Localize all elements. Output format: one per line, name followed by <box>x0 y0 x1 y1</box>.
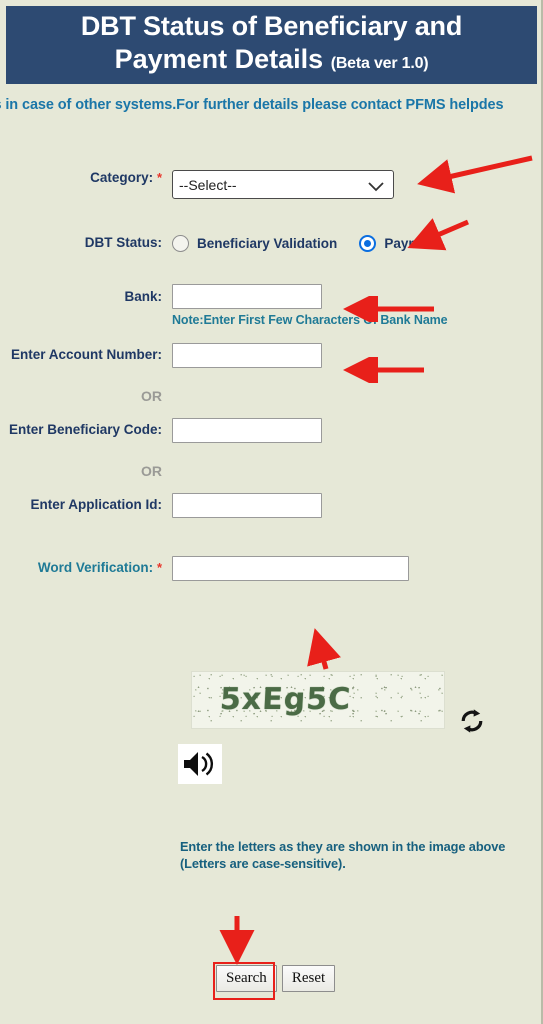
radio-beneficiary-validation[interactable] <box>172 235 189 252</box>
row-word-verification: Word Verification: * <box>0 556 543 581</box>
row-category: Category: * --Select-- <box>0 170 543 199</box>
word-verification-input[interactable] <box>172 556 409 581</box>
refresh-captcha-icon[interactable] <box>458 707 486 740</box>
word-verification-label-text: Word Verification: <box>37 560 154 575</box>
captcha-instructions-line2: (Letters are case-sensitive). <box>180 856 346 871</box>
page-header: DBT Status of Beneficiary and Payment De… <box>6 6 537 84</box>
annotation-arrow-search <box>219 916 255 965</box>
radio-payment[interactable] <box>359 235 377 252</box>
category-field-col: --Select-- <box>172 170 543 199</box>
marquee-text: ths in case of other systems.For further… <box>0 97 504 113</box>
dbt-status-field-col: Beneficiary Validation Payment <box>172 235 543 252</box>
bank-note: Note:Enter First Few Characters Of Bank … <box>172 313 448 327</box>
application-id-label: Enter Application Id: <box>30 497 163 512</box>
page-title-text: Payment Details <box>114 44 324 74</box>
beneficiary-code-field-col <box>172 418 543 443</box>
account-number-label: Enter Account Number: <box>10 347 162 362</box>
or-separator-2: OR <box>141 463 162 479</box>
reset-button[interactable]: Reset <box>281 965 336 992</box>
account-number-input[interactable] <box>172 343 322 368</box>
page-title-line2: Payment Details (Beta ver 1.0) <box>115 43 429 80</box>
category-select[interactable]: --Select-- <box>172 170 394 199</box>
bank-label: Bank: <box>124 289 162 304</box>
row-beneficiary-code: Enter Beneficiary Code: <box>0 418 543 443</box>
dbt-status-radio-group: Beneficiary Validation Payment <box>172 235 543 252</box>
category-required-asterisk: * <box>156 170 162 185</box>
search-button[interactable]: Search <box>216 965 277 992</box>
captcha-instructions-line1: Enter the letters as they are shown in t… <box>180 839 506 854</box>
captcha-text: 5xEg5C <box>219 682 353 717</box>
row-account-number: Enter Account Number: <box>0 343 543 368</box>
beta-version-label: (Beta ver 1.0) <box>330 55 429 72</box>
application-id-field-col <box>172 493 543 518</box>
row-or-2: OR <box>0 463 543 479</box>
marquee-notice: ths in case of other systems.For further… <box>0 92 543 118</box>
row-or-1: OR <box>0 388 543 404</box>
annotation-arrow-word-verification <box>307 628 341 670</box>
row-application-id: Enter Application Id: <box>0 493 543 518</box>
or-separator-1: OR <box>141 388 162 404</box>
captcha-instructions: Enter the letters as they are shown in t… <box>180 838 510 872</box>
captcha-image: 5xEg5C <box>191 671 445 729</box>
radio-label-payment[interactable]: Payment <box>384 236 440 251</box>
form-actions: Search Reset <box>216 965 336 992</box>
radio-label-beneficiary-validation[interactable]: Beneficiary Validation <box>197 236 337 251</box>
beneficiary-code-label: Enter Beneficiary Code: <box>8 422 162 437</box>
account-number-field-col <box>172 343 543 368</box>
bank-field-col: Note:Enter First Few Characters Of Bank … <box>172 284 543 327</box>
word-verification-label: Word Verification: * <box>0 556 172 575</box>
application-id-input[interactable] <box>172 493 322 518</box>
dbt-status-label: DBT Status: <box>84 235 162 250</box>
page-title-line1: DBT Status of Beneficiary and <box>80 11 463 41</box>
dbt-search-form: Category: * --Select-- DBT Status: Benef… <box>0 130 543 581</box>
row-dbt-status: DBT Status: Beneficiary Validation Payme… <box>0 235 543 252</box>
category-select-wrap: --Select-- <box>172 170 394 199</box>
category-label-text: Category: <box>90 170 154 185</box>
bank-input[interactable] <box>172 284 322 309</box>
beneficiary-code-input[interactable] <box>172 418 322 443</box>
word-verification-field-col <box>172 556 543 581</box>
word-verification-required-asterisk: * <box>156 560 162 575</box>
row-bank: Bank: Note:Enter First Few Characters Of… <box>0 284 543 327</box>
category-label: Category: * <box>0 170 172 185</box>
speaker-icon[interactable] <box>178 744 222 784</box>
page-root: DBT Status of Beneficiary and Payment De… <box>0 0 543 1024</box>
